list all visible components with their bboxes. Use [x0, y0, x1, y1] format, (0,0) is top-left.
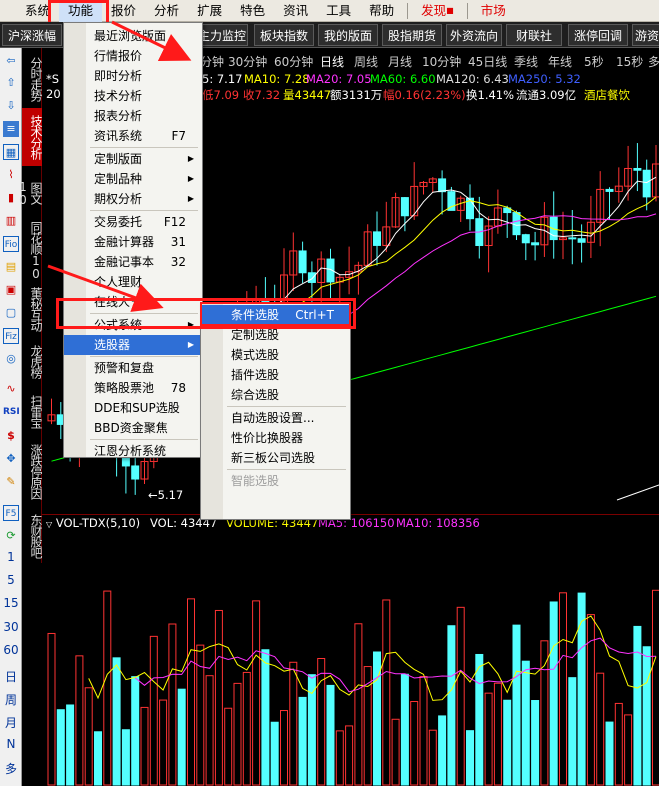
app-window: { "menubar": { "items": ["系统", "功能", "报价… [0, 0, 659, 786]
arrow-to-menu [111, 20, 192, 61]
arrow-to-picker [47, 264, 164, 312]
annotation-arrows [47, 20, 192, 312]
